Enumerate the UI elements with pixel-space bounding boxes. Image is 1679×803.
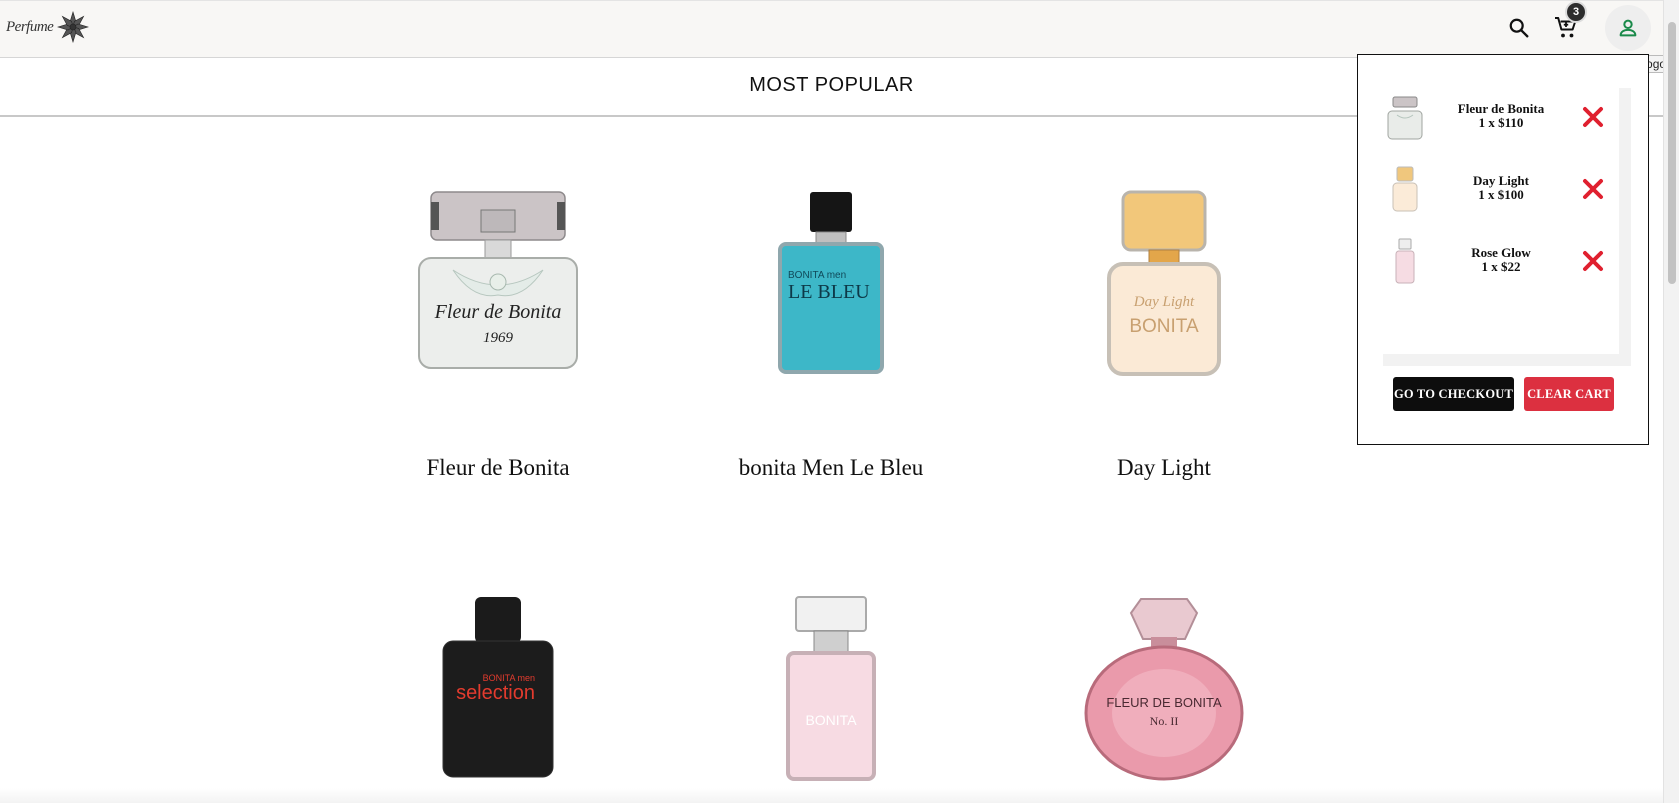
section-title: MOST POPULAR bbox=[749, 74, 914, 96]
scrollbar-thumb[interactable] bbox=[1668, 22, 1676, 284]
bottle-sublabel: No. II bbox=[1150, 714, 1179, 728]
top-navbar: Perfume bbox=[0, 0, 1663, 58]
product-card[interactable]: BONITA men selection bbox=[378, 565, 618, 795]
cart-item-thumbnail bbox=[1383, 92, 1427, 144]
product-image[interactable]: FLEUR DE BONITA No. II bbox=[1044, 565, 1284, 795]
search-button[interactable] bbox=[1505, 14, 1533, 42]
cart-item-thumbnail bbox=[1383, 236, 1427, 288]
user-account-button[interactable] bbox=[1605, 5, 1651, 51]
remove-item-button[interactable] bbox=[1578, 174, 1608, 204]
remove-item-button[interactable] bbox=[1578, 246, 1608, 276]
product-image[interactable]: BONITA men LE BLEU bbox=[711, 160, 951, 390]
cart-item-qty-price: 1 x $100 bbox=[1478, 187, 1524, 202]
product-image[interactable]: Day Light BONITA bbox=[1044, 160, 1284, 390]
cart-item: Fleur de Bonita 1 x $110 bbox=[1383, 88, 1613, 148]
close-icon bbox=[1583, 179, 1603, 199]
bottle-label: selection bbox=[456, 682, 535, 704]
cart-item-name: Day Light bbox=[1473, 173, 1529, 188]
bottle-sublabel: 1969 bbox=[483, 330, 514, 346]
bottle-label: FLEUR DE BONITA bbox=[1106, 695, 1222, 710]
clear-cart-button[interactable]: CLEAR CART bbox=[1524, 377, 1614, 411]
product-image[interactable]: Fleur de Bonita 1969 bbox=[378, 160, 618, 390]
flower-logo-icon bbox=[57, 11, 90, 43]
search-icon bbox=[1509, 18, 1529, 38]
product-card[interactable]: Fleur de Bonita 1969 Fleur de Bonita bbox=[378, 160, 618, 481]
bottle-label: BONITA bbox=[1129, 316, 1199, 337]
product-card[interactable]: Day Light BONITA Day Light bbox=[1044, 160, 1284, 481]
vertical-scrollbar[interactable] bbox=[1663, 0, 1679, 803]
bottle-label: BONITA bbox=[805, 712, 857, 728]
cart-dropdown: Fleur de Bonita 1 x $110 Day Light 1 x $… bbox=[1357, 54, 1649, 445]
checkout-button[interactable]: GO TO CHECKOUT bbox=[1393, 377, 1514, 411]
product-name[interactable]: Fleur de Bonita bbox=[426, 455, 569, 481]
logo-text: Perfume bbox=[6, 18, 54, 35]
cart-item: Rose Glow 1 x $22 bbox=[1383, 232, 1613, 292]
bottle-sublabel: Day Light bbox=[1133, 294, 1195, 310]
cart-item-qty-price: 1 x $22 bbox=[1481, 259, 1521, 274]
user-icon bbox=[1619, 19, 1637, 37]
cart-item: Day Light 1 x $100 bbox=[1383, 160, 1613, 220]
cart-item-thumbnail bbox=[1383, 164, 1427, 216]
page-bottom-edge bbox=[0, 788, 1663, 803]
bottle-label: Fleur de Bonita bbox=[434, 301, 562, 323]
site-logo[interactable]: Perfume bbox=[6, 11, 90, 43]
product-card[interactable]: BONITA men LE BLEU bonita Men Le Bleu bbox=[711, 160, 951, 481]
product-card[interactable]: FLEUR DE BONITA No. II bbox=[1044, 565, 1284, 795]
product-image[interactable]: BONITA bbox=[711, 565, 951, 795]
remove-item-button[interactable] bbox=[1578, 102, 1608, 132]
cart-count-badge: 3 bbox=[1565, 1, 1587, 23]
close-icon bbox=[1583, 107, 1603, 127]
product-name[interactable]: Day Light bbox=[1117, 455, 1211, 481]
cart-item-name: Fleur de Bonita bbox=[1457, 101, 1545, 116]
bottle-sublabel: BONITA men bbox=[788, 270, 846, 281]
cart-item-name: Rose Glow bbox=[1471, 245, 1531, 260]
cart-item-list[interactable]: Fleur de Bonita 1 x $110 Day Light 1 x $… bbox=[1383, 88, 1631, 366]
product-card[interactable]: BONITA bbox=[711, 565, 951, 795]
close-icon bbox=[1583, 251, 1603, 271]
cart-item-qty-price: 1 x $110 bbox=[1478, 115, 1524, 130]
product-name[interactable]: bonita Men Le Bleu bbox=[739, 455, 924, 481]
product-image[interactable]: BONITA men selection bbox=[378, 565, 618, 795]
bottle-label: LE BLEU bbox=[788, 281, 870, 303]
